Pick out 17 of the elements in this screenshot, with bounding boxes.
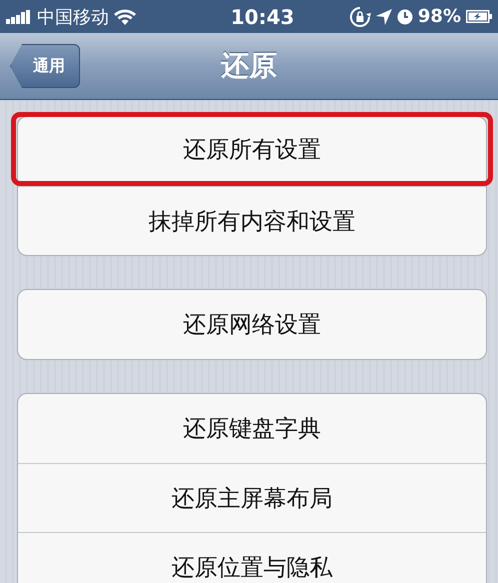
- settings-row[interactable]: 还原网络设置: [18, 290, 486, 359]
- settings-row[interactable]: 还原所有设置: [11, 112, 493, 186]
- clock-time: 10:43: [230, 4, 294, 28]
- clock-icon: [396, 8, 413, 24]
- screen-title: 还原: [221, 48, 277, 84]
- signal-icon: [6, 10, 32, 24]
- settings-row[interactable]: 还原主屏幕布局: [18, 463, 486, 532]
- rotation-lock-icon: [348, 6, 371, 28]
- carrier-name: 中国移动: [37, 6, 109, 28]
- back-button[interactable]: 通用: [10, 44, 80, 88]
- settings-row[interactable]: 还原键盘字典: [18, 394, 486, 463]
- battery-percent: 98%: [418, 6, 461, 27]
- settings-row[interactable]: 还原位置与隐私: [18, 532, 486, 583]
- location-arrow-icon: [376, 8, 392, 24]
- settings-row[interactable]: 抹掉所有内容和设置: [18, 186, 486, 255]
- battery-charging-icon: [466, 10, 492, 23]
- wifi-icon: [114, 8, 136, 24]
